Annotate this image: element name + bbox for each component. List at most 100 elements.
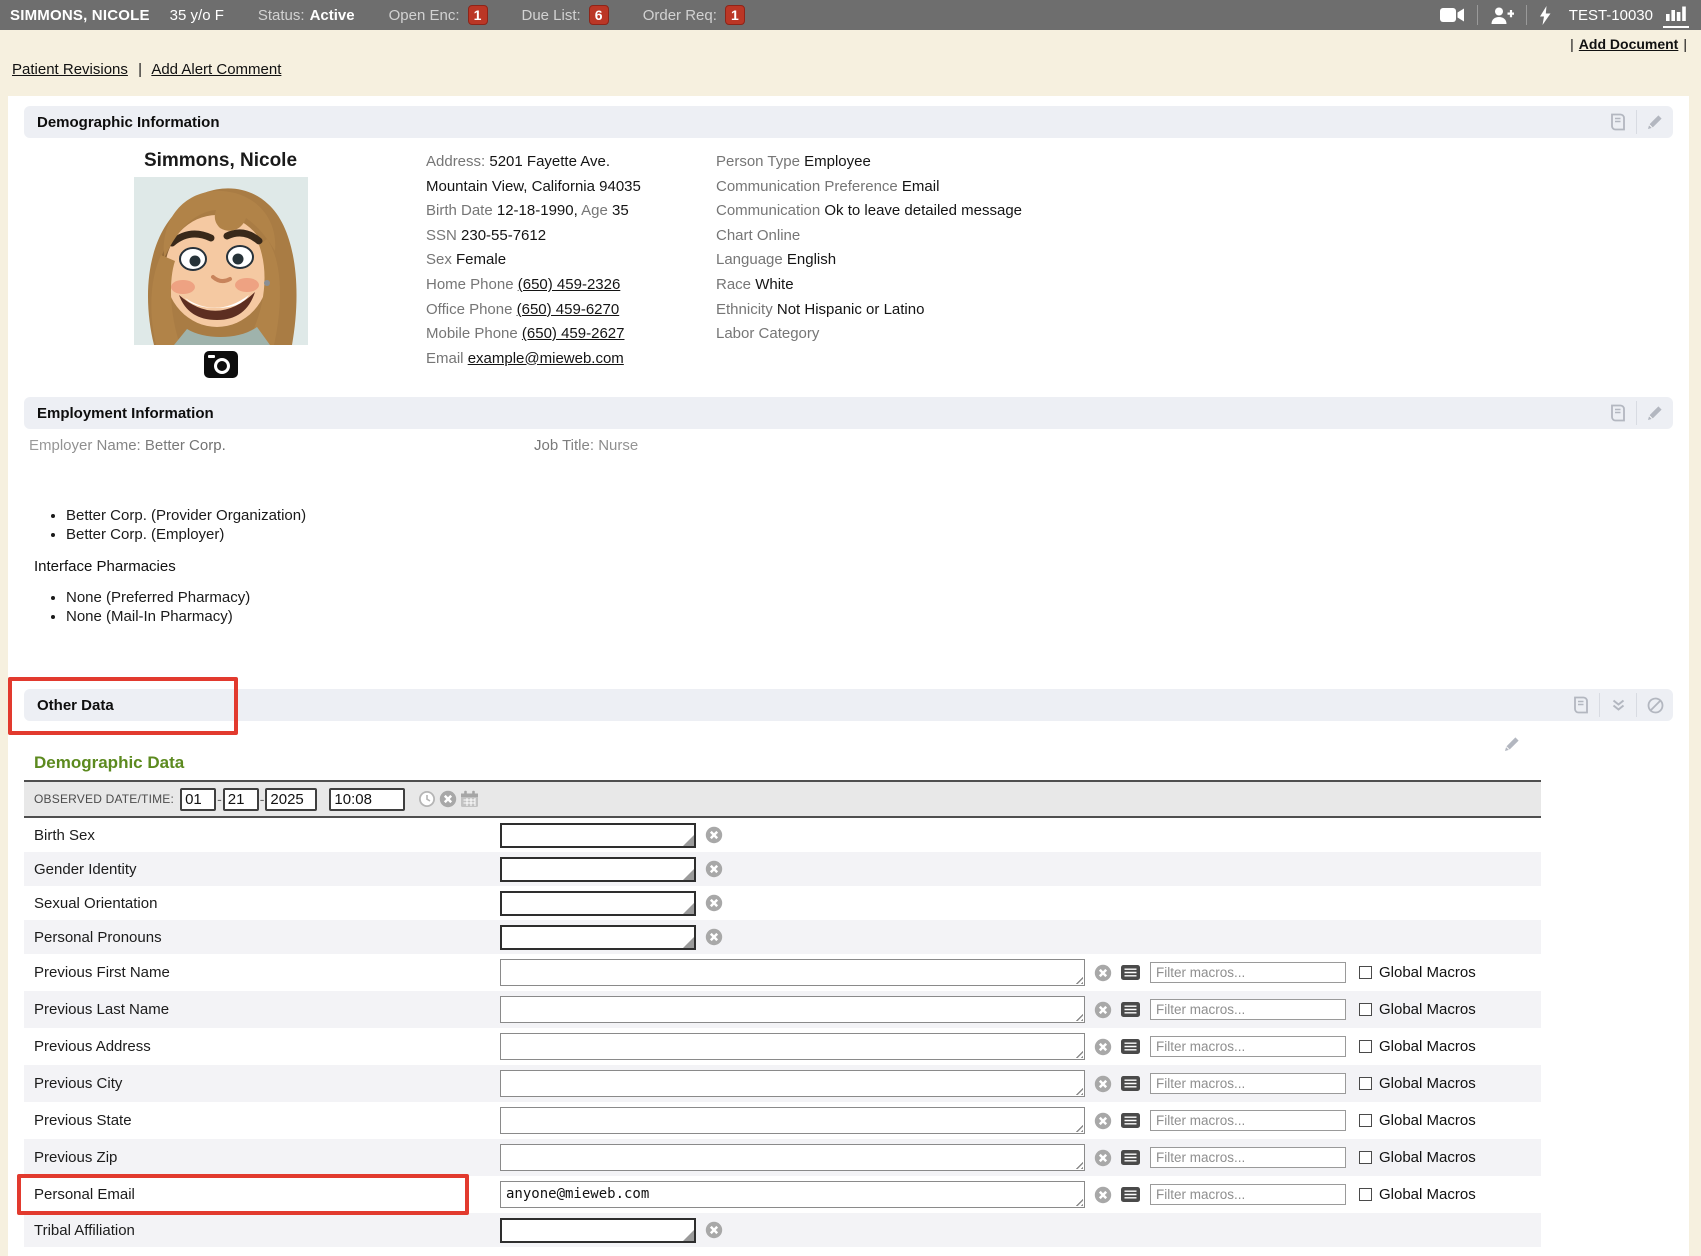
clear-x-circle-icon[interactable] [705,928,723,946]
book-icon[interactable] [1563,689,1599,721]
clear-x-circle-icon[interactable] [1094,1038,1112,1056]
row-select-input[interactable] [500,891,696,916]
global-macros-checkbox[interactable] [1359,1077,1372,1090]
observed-icons [415,790,479,808]
observed-time-input[interactable] [329,788,405,811]
pipe: | [1683,36,1687,52]
video-camera-icon[interactable] [1428,0,1477,30]
macro-list-icon[interactable] [1121,1039,1140,1054]
patient-name: SIMMONS, NICOLE [10,7,150,24]
clear-x-circle-icon[interactable] [1094,1112,1112,1130]
row-textarea[interactable] [500,1144,1085,1171]
filter-macros-input[interactable] [1150,1110,1346,1131]
row-select-input[interactable] [500,857,696,882]
person-add-icon[interactable] [1478,0,1526,30]
demographic-field: Mobile Phone (650) 459-2627 [426,322,698,347]
collapse-double-chevron-icon[interactable] [1600,689,1636,721]
global-macros-label: Global Macros [1379,964,1476,981]
bar-chart-icon[interactable] [1663,3,1689,28]
edit-pencil-icon[interactable] [1637,106,1673,138]
observed-month-input[interactable] [180,788,216,811]
clear-x-circle-icon[interactable] [705,894,723,912]
field-value-link[interactable]: (650) 459-6270 [517,301,620,318]
clear-x-circle-icon[interactable] [705,1221,723,1239]
global-macros-checkbox[interactable] [1359,1188,1372,1201]
demographic-field: Sex Female [426,248,698,273]
row-select-input[interactable] [500,823,696,848]
row-textarea[interactable] [500,959,1085,986]
patient-revisions-link[interactable]: Patient Revisions [12,61,128,78]
row-textarea[interactable] [500,1107,1085,1134]
row-select-input[interactable] [500,1218,696,1243]
macro-list-icon[interactable] [1121,1187,1140,1202]
demographics-left-column: Address: 5201 Fayette Ave.Mountain View,… [426,150,698,383]
clear-x-circle-icon[interactable] [1094,1149,1112,1167]
main-panel: Demographic Information Simmons, Nicole [8,96,1689,1256]
macro-list-icon[interactable] [1121,965,1140,980]
filter-macros-input[interactable] [1150,1036,1346,1057]
row-select-input[interactable] [500,925,696,950]
filter-macros-input[interactable] [1150,1073,1346,1094]
counter-badge[interactable]: 1 [725,5,745,25]
global-macros-checkbox[interactable] [1359,1040,1372,1053]
clock-icon[interactable] [418,790,436,808]
section-demographic-information: Demographic Information [24,106,1673,138]
form-row: Previous StateGlobal Macros [24,1102,1541,1139]
observed-day-input[interactable] [223,788,259,811]
edit-pencil-icon[interactable] [1503,735,1521,753]
field-value-link[interactable]: (650) 459-2627 [522,325,625,342]
status-value: Active [310,7,355,24]
global-macros-label: Global Macros [1379,1038,1476,1055]
book-icon[interactable] [1600,397,1636,429]
date-separator: - [217,791,222,807]
macro-list-icon[interactable] [1121,1002,1140,1017]
field-value-link[interactable]: (650) 459-2326 [518,276,621,293]
filter-macros-input[interactable] [1150,1147,1346,1168]
clear-x-circle-icon[interactable] [439,790,457,808]
observed-year-input[interactable] [265,788,317,811]
field-value-link[interactable]: example@mieweb.com [468,350,624,367]
global-macros-label: Global Macros [1379,1112,1476,1129]
lightning-icon[interactable] [1527,0,1563,30]
form-row: Personal Pronouns [24,920,1541,954]
global-macros-checkbox[interactable] [1359,1003,1372,1016]
observed-datetime-row: OBSERVED DATE/TIME: - - [24,782,1541,818]
camera-icon[interactable] [204,351,238,383]
demographic-field: Person Type Employee [716,150,1022,175]
macro-list-icon[interactable] [1121,1150,1140,1165]
book-icon[interactable] [1600,106,1636,138]
row-textarea[interactable] [500,1033,1085,1060]
counter-badge[interactable]: 6 [589,5,609,25]
global-macros-checkbox[interactable] [1359,1151,1372,1164]
field-label: Chart Online [716,227,800,244]
form-row: Previous First NameGlobal Macros [24,954,1541,991]
clear-x-circle-icon[interactable] [705,826,723,844]
row-textarea[interactable]: anyone@mieweb.com [500,1181,1085,1208]
clear-x-circle-icon[interactable] [1094,1186,1112,1204]
add-alert-comment-link[interactable]: Add Alert Comment [151,61,281,78]
row-textarea[interactable] [500,1070,1085,1097]
field-label: Ethnicity [716,301,777,318]
macro-list-icon[interactable] [1121,1113,1140,1128]
patient-photo [134,177,308,345]
counter-badge[interactable]: 1 [468,5,488,25]
disable-slash-circle-icon[interactable] [1637,689,1673,721]
filter-macros-input[interactable] [1150,962,1346,983]
row-textarea[interactable] [500,996,1085,1023]
counter-label: Open Enc: [389,7,460,24]
global-macros-checkbox[interactable] [1359,1114,1372,1127]
macro-list-icon[interactable] [1121,1076,1140,1091]
add-document-link[interactable]: Add Document [1579,36,1679,52]
filter-macros-input[interactable] [1150,1184,1346,1205]
field-label: Labor Category [716,325,819,342]
clear-x-circle-icon[interactable] [1094,1075,1112,1093]
clear-x-circle-icon[interactable] [1094,964,1112,982]
clear-x-circle-icon[interactable] [1094,1001,1112,1019]
clear-x-circle-icon[interactable] [705,860,723,878]
global-macros-checkbox[interactable] [1359,966,1372,979]
edit-pencil-icon[interactable] [1637,397,1673,429]
calendar-icon[interactable] [460,790,479,808]
form-row: Previous Last NameGlobal Macros [24,991,1541,1028]
filter-macros-input[interactable] [1150,999,1346,1020]
global-macros-label: Global Macros [1379,1075,1476,1092]
